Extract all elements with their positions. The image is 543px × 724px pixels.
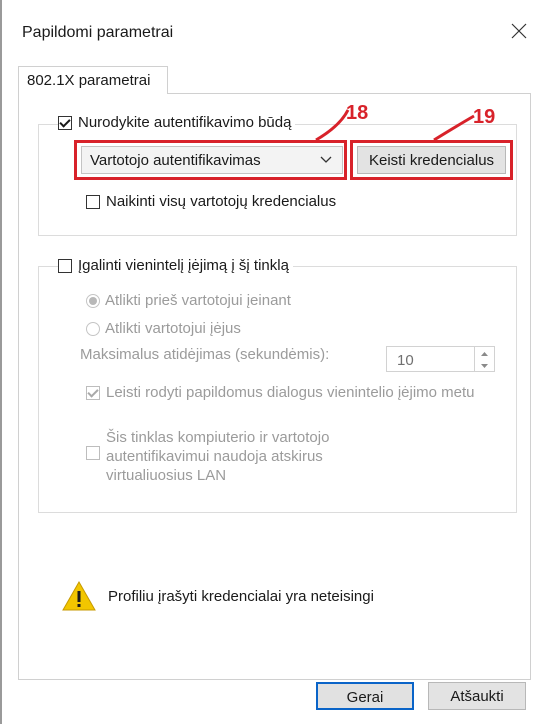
- window-title: Papildomi parametrai: [22, 24, 174, 41]
- callout-number-18: 18: [346, 102, 369, 124]
- max-delay-label: Maksimalus atidėjimas (sekundėmis):: [80, 346, 330, 363]
- close-icon: [511, 23, 527, 39]
- arrow-down-icon: [481, 364, 488, 368]
- separate-vlan-checkbox[interactable]: [86, 446, 100, 460]
- radio-after-logon-button[interactable]: [86, 321, 100, 336]
- allow-dialogs-label: Leisti rodyti papildomus dialogus vienin…: [106, 384, 475, 401]
- auth-method-label: Nurodykite autentifikavimo būdą: [78, 114, 292, 131]
- radio-after-logon-label: Atlikti vartotojui įėjus: [105, 320, 241, 337]
- sso-enable-checkbox-row[interactable]: Įgalinti vienintelį įėjimą į šį tinklą: [58, 257, 293, 274]
- callout-number-19: 19: [473, 106, 496, 128]
- tab-802-1x-settings[interactable]: 802.1X parametrai: [18, 66, 168, 94]
- delete-credentials-label: Naikinti visų vartotojų kredencialus: [106, 193, 337, 210]
- separate-vlan-label: Šis tinklas kompiuterio ir vartotojo aut…: [106, 429, 330, 484]
- title-bar: Papildomi parametrai: [0, 0, 543, 56]
- warning-triangle-icon: [62, 581, 96, 611]
- callout-box-18: [74, 140, 347, 180]
- tab-label: 802.1X parametrai: [27, 72, 151, 89]
- auth-method-checkbox-row[interactable]: Nurodykite autentifikavimo būdą: [58, 114, 296, 131]
- radio-after-logon[interactable]: Atlikti vartotojui įėjus: [86, 320, 241, 337]
- max-delay-spinner[interactable]: 10: [386, 346, 495, 372]
- window-left-edge: [0, 0, 2, 724]
- radio-before-logon[interactable]: Atlikti prieš vartotojui įeinant: [86, 292, 291, 309]
- max-delay-value: 10: [397, 352, 414, 369]
- auth-method-checkbox[interactable]: [58, 116, 72, 130]
- spinner-down-button[interactable]: [475, 359, 494, 371]
- delete-credentials-checkbox-row[interactable]: Naikinti visų vartotojų kredencialus: [86, 193, 341, 210]
- spinner-buttons: [474, 347, 494, 371]
- sso-enable-label: Įgalinti vienintelį įėjimą į šį tinklą: [78, 257, 289, 274]
- allow-dialogs-checkbox[interactable]: [86, 386, 100, 400]
- callout-box-19: [350, 140, 513, 180]
- advanced-settings-dialog: Papildomi parametrai 802.1X parametrai N…: [0, 0, 543, 724]
- delete-credentials-checkbox[interactable]: [86, 195, 100, 209]
- radio-before-logon-button[interactable]: [86, 293, 100, 308]
- close-button[interactable]: [504, 16, 534, 46]
- ok-button[interactable]: Gerai: [316, 682, 414, 710]
- sso-enable-checkbox[interactable]: [58, 259, 72, 273]
- allow-dialogs-checkbox-row[interactable]: Leisti rodyti papildomus dialogus vienin…: [86, 384, 479, 401]
- radio-before-logon-label: Atlikti prieš vartotojui įeinant: [105, 292, 291, 309]
- spinner-up-button[interactable]: [475, 347, 494, 359]
- warning-text: Profiliu įrašyti kredencialai yra neteis…: [108, 588, 374, 605]
- cancel-button[interactable]: Atšaukti: [428, 682, 526, 710]
- separate-vlan-checkbox-row[interactable]: [86, 444, 104, 460]
